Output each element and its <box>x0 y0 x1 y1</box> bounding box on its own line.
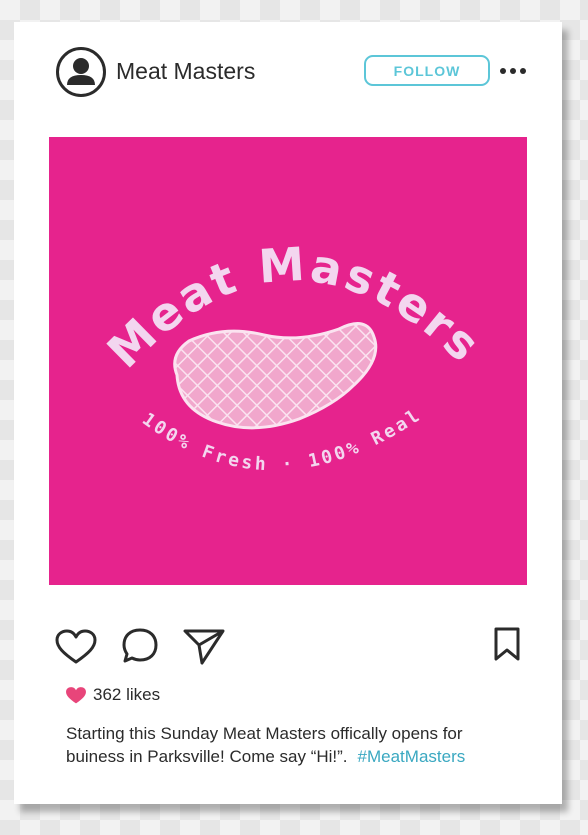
post-caption: Starting this Sunday Meat Masters offica… <box>66 722 506 768</box>
meat-masters-logo: Meat Masters 100% Fresh · 100% Real <box>97 237 490 476</box>
comment-icon[interactable] <box>120 627 160 665</box>
username[interactable]: Meat Masters <box>116 58 255 85</box>
steak-graphic <box>173 322 378 430</box>
post-image: Meat Masters 100% Fresh · 100% Real <box>49 137 527 585</box>
user-avatar-icon[interactable] <box>55 46 107 98</box>
share-icon[interactable] <box>182 626 226 666</box>
post-card: Meat Masters FOLLOW Meat Masters 100% Fr… <box>14 22 562 804</box>
heart-icon[interactable] <box>55 629 97 665</box>
hashtag-link[interactable]: #MeatMasters <box>358 747 466 766</box>
likes-count[interactable]: 362 likes <box>93 685 160 705</box>
likes-row: 362 likes <box>65 684 160 706</box>
more-options-icon[interactable] <box>500 65 526 77</box>
filled-heart-icon <box>66 686 86 703</box>
bookmark-icon[interactable] <box>492 626 522 662</box>
follow-button[interactable]: FOLLOW <box>364 55 490 86</box>
